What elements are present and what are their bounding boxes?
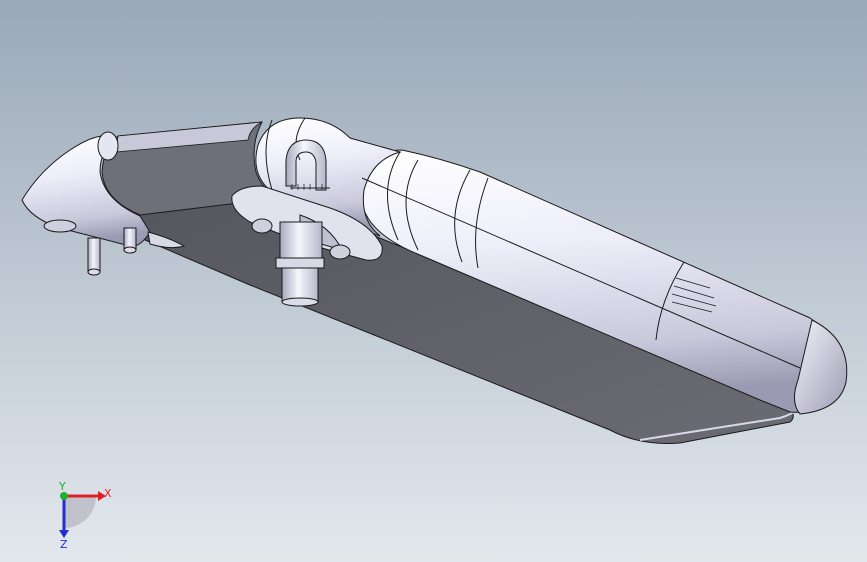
triad-y-label: Y bbox=[58, 480, 66, 493]
left-elbow-ring bbox=[97, 131, 119, 161]
triad-z-arrow bbox=[59, 530, 69, 538]
3d-model[interactable] bbox=[0, 0, 867, 562]
coordinate-triad: X Y Z bbox=[58, 480, 112, 550]
triad-x-label: X bbox=[104, 487, 112, 500]
graphics-viewport[interactable]: X Y Z bbox=[0, 0, 867, 562]
triad-quarter-disc bbox=[64, 496, 96, 528]
triad-z-label: Z bbox=[60, 538, 68, 550]
triad-y-axis bbox=[60, 492, 68, 500]
center-stub bbox=[275, 221, 325, 307]
